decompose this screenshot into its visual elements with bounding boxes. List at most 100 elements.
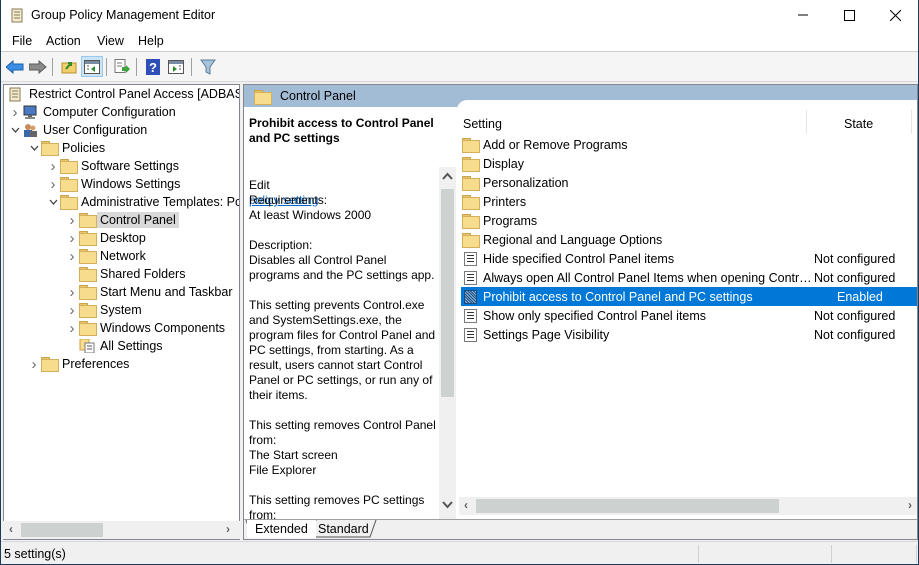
tree-pane[interactable]: Restrict Control Panel Access [ADBASIC ›… [3, 84, 240, 540]
tree-item[interactable]: › Computer Configuration [8, 103, 176, 121]
menu-action[interactable]: Action [46, 34, 81, 48]
close-icon [889, 9, 901, 21]
column-divider[interactable] [806, 110, 807, 134]
chevron-right-icon[interactable]: › [65, 248, 79, 265]
chevron-right-icon[interactable]: › [65, 212, 79, 229]
folder-icon [41, 141, 59, 156]
list-item[interactable]: Display [461, 154, 917, 173]
column-header-state[interactable]: State [844, 117, 873, 131]
scrollbar-thumb[interactable] [21, 523, 103, 537]
tree-item-label: All Settings [100, 339, 163, 353]
requirements-value: At least Windows 2000 [249, 208, 372, 222]
tab-extended[interactable]: Extended [247, 520, 316, 538]
list-item[interactable]: Regional and Language Options [461, 230, 917, 249]
folder-icon [79, 213, 97, 228]
filter-icon [200, 59, 216, 75]
tree-item[interactable]: › Windows Settings [46, 175, 181, 193]
scroll-up-icon[interactable] [442, 172, 453, 180]
list-item[interactable]: Show only specified Control Panel items N… [461, 306, 917, 325]
tree-item-label: Windows Settings [81, 177, 181, 191]
scroll-down-icon[interactable] [442, 501, 453, 509]
tree-item[interactable]: › Start Menu and Taskbar [65, 283, 233, 301]
folder-icon [79, 303, 97, 318]
menu-help[interactable]: Help [138, 34, 164, 48]
view-tabs: Extended Standard [244, 519, 917, 539]
tree-item[interactable]: › Preferences [27, 355, 130, 373]
scrollbar-thumb[interactable] [476, 499, 779, 513]
chevron-right-icon[interactable]: › [65, 302, 79, 319]
chevron-right-icon[interactable]: › [65, 320, 79, 337]
list-item-name: Display [483, 156, 524, 171]
list-item[interactable]: Personalization [461, 173, 917, 192]
scrollbar-thumb[interactable] [441, 189, 454, 397]
list-item-name: Add or Remove Programs [483, 137, 628, 152]
scroll-right-icon[interactable]: › [908, 498, 912, 512]
folder-icon [41, 357, 59, 372]
forward-button[interactable] [27, 56, 49, 77]
show-action-pane-button[interactable] [165, 56, 187, 77]
tree-item[interactable]: User Configuration [8, 121, 147, 139]
list-item[interactable]: Settings Page Visibility Not configured [461, 325, 917, 344]
chevron-right-icon[interactable]: › [65, 230, 79, 247]
title-bar: Group Policy Management Editor [1, 0, 918, 30]
list-item[interactable]: Programs [461, 211, 917, 230]
tree-horizontal-scrollbar[interactable]: ‹ › [3, 521, 240, 539]
folder-icon [79, 231, 97, 246]
folder-icon [462, 176, 480, 191]
policy-setting-icon [462, 270, 478, 285]
forward-arrow-icon [29, 59, 47, 74]
tree-item[interactable]: › Software Settings [46, 157, 179, 175]
tree-item-label: Desktop [100, 231, 146, 245]
tree-item[interactable]: Policies [27, 139, 105, 157]
close-button[interactable] [872, 0, 918, 30]
chevron-right-icon[interactable]: › [46, 176, 60, 193]
toolbar-separator [52, 58, 53, 76]
minimize-button[interactable] [780, 0, 826, 30]
list-item[interactable]: Prohibit access to Control Panel and PC … [461, 287, 917, 306]
maximize-button[interactable] [826, 0, 872, 30]
chevron-right-icon[interactable]: › [46, 158, 60, 175]
description-vertical-scrollbar[interactable] [439, 167, 456, 519]
chevron-down-icon[interactable] [46, 199, 60, 205]
tree-item[interactable]: › Network [65, 247, 146, 265]
scroll-left-icon[interactable]: ‹ [464, 498, 468, 512]
list-item-name: Prohibit access to Control Panel and PC … [483, 289, 753, 304]
list-horizontal-scrollbar[interactable]: ‹ › [459, 497, 917, 515]
chevron-right-icon[interactable]: › [8, 104, 22, 121]
tree-root[interactable]: Restrict Control Panel Access [ADBASIC [8, 85, 239, 103]
scroll-right-icon[interactable]: › [226, 522, 230, 536]
chevron-right-icon[interactable]: › [65, 284, 79, 301]
export-list-button[interactable] [111, 56, 133, 77]
filter-button[interactable] [197, 56, 219, 77]
tree-item[interactable]: › Desktop [65, 229, 146, 247]
menu-view[interactable]: View [97, 34, 124, 48]
folder-icon [462, 195, 480, 210]
chevron-down-icon[interactable] [27, 145, 41, 151]
scroll-left-icon[interactable]: ‹ [9, 522, 13, 536]
tree-item[interactable]: › System [65, 301, 142, 319]
list-item[interactable]: Printers [461, 192, 917, 211]
window-title: Group Policy Management Editor [31, 8, 216, 22]
column-divider[interactable] [911, 110, 912, 134]
folder-icon [60, 195, 78, 210]
list-item[interactable]: Always open All Control Panel Items when… [461, 268, 917, 287]
column-header-setting[interactable]: Setting [463, 117, 502, 131]
up-one-level-button[interactable] [58, 56, 80, 77]
help-button[interactable]: ? [142, 56, 164, 77]
tab-standard[interactable]: Standard [310, 520, 377, 538]
chevron-right-icon[interactable]: › [27, 356, 41, 373]
list-item[interactable]: Add or Remove Programs [461, 135, 917, 154]
menu-file[interactable]: File [12, 34, 32, 48]
show-hide-tree-button[interactable] [81, 56, 103, 77]
tree-item[interactable]: Administrative Templates: Pc [46, 193, 239, 211]
tree-item[interactable]: › Windows Components [65, 319, 226, 337]
tree-item[interactable]: Shared Folders [65, 265, 185, 283]
tree-item[interactable]: All Settings [65, 337, 163, 355]
tree-item[interactable]: › Control Panel [65, 211, 179, 229]
list-item[interactable]: Hide specified Control Panel items Not co… [461, 249, 917, 268]
chevron-down-icon[interactable] [8, 127, 22, 133]
description-p2: This setting prevents Control.exe and Sy… [249, 298, 436, 402]
folder-icon [79, 267, 97, 282]
scroll-icon [10, 8, 24, 23]
back-button[interactable] [4, 56, 26, 77]
